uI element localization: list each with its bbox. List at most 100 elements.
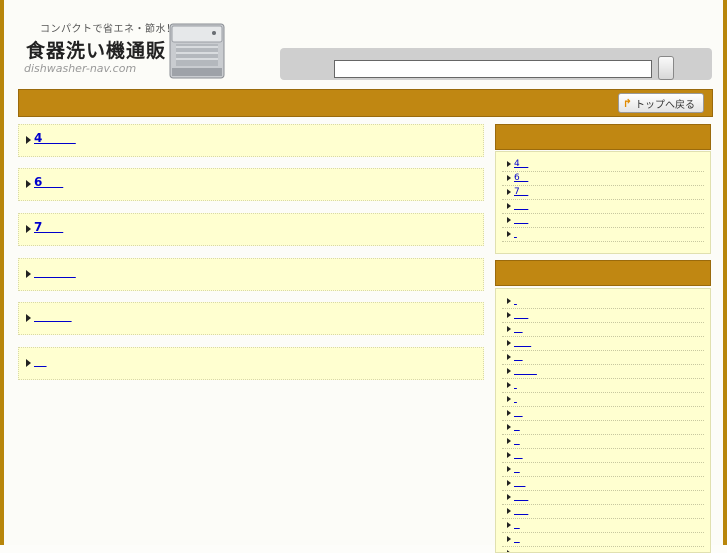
bullet-triangle-icon xyxy=(26,270,31,278)
sidebar-item-link[interactable] xyxy=(514,200,528,212)
bullet-triangle-icon xyxy=(507,203,511,209)
sidebar-item-link[interactable] xyxy=(514,295,517,307)
sidebar-item-link[interactable]: 4 xyxy=(514,158,528,170)
page: コンパクトで省エネ・節水！ 食器洗い機通販 dishwasher-nav.com… xyxy=(4,0,723,553)
main-item-link[interactable] xyxy=(34,354,47,368)
logo-domain: dishwasher-nav.com xyxy=(24,62,137,75)
sidebar-list-item xyxy=(502,435,704,449)
sidebar-item-link[interactable] xyxy=(514,228,517,240)
back-to-top-button[interactable]: ↱ トップへ戻る xyxy=(617,93,704,113)
sidebar-item-link[interactable] xyxy=(514,547,525,552)
bullet-triangle-icon xyxy=(507,424,511,430)
dishwasher-icon xyxy=(169,23,225,79)
sidebar-item-link[interactable] xyxy=(514,463,520,475)
sidebar-item-link[interactable]: 6 xyxy=(514,172,528,184)
sidebar-list-item xyxy=(502,379,704,393)
sidebar-item-link[interactable] xyxy=(514,323,523,335)
sidebar-section1-list: 4 6 7 xyxy=(495,151,711,254)
sidebar-list-item xyxy=(502,365,704,379)
logo-title: 食器洗い機通販 xyxy=(26,40,167,62)
main-list-item xyxy=(18,302,484,335)
bullet-triangle-icon xyxy=(507,522,511,528)
back-to-top-label: トップへ戻る xyxy=(635,99,695,111)
sidebar-item-link[interactable] xyxy=(514,435,520,447)
sidebar-item-link[interactable]: 7 xyxy=(514,186,528,198)
main-item-link[interactable]: 7 xyxy=(34,220,63,234)
bullet-triangle-icon xyxy=(507,438,511,444)
nav-bar: ↱ トップへ戻る xyxy=(18,89,713,117)
bullet-triangle-icon xyxy=(507,175,511,181)
search-input[interactable] xyxy=(334,60,652,78)
bullet-triangle-icon xyxy=(26,225,31,233)
site-logo[interactable]: コンパクトで省エネ・節水！ 食器洗い機通販 dishwasher-nav.com xyxy=(18,18,230,82)
main-list-item: 6 xyxy=(18,168,484,201)
sidebar-list-item xyxy=(502,519,704,533)
bullet-triangle-icon xyxy=(507,354,511,360)
sidebar-item-link[interactable] xyxy=(514,309,528,321)
bullet-triangle-icon xyxy=(507,452,511,458)
bullet-triangle-icon xyxy=(507,508,511,514)
sidebar-list-item xyxy=(502,337,704,351)
sidebar-list-item xyxy=(502,547,704,552)
sidebar-item-link[interactable] xyxy=(514,337,531,349)
sidebar-item-link[interactable] xyxy=(514,519,520,531)
bullet-triangle-icon xyxy=(507,312,511,318)
sidebar-item-link[interactable] xyxy=(514,351,523,363)
sidebar-list-item xyxy=(502,214,704,228)
bullet-triangle-icon xyxy=(507,161,511,167)
bullet-triangle-icon xyxy=(507,217,511,223)
bullet-triangle-icon xyxy=(507,466,511,472)
sidebar-list-item xyxy=(502,463,704,477)
sidebar-item-link[interactable] xyxy=(514,491,528,503)
main-list-item xyxy=(18,347,484,380)
sidebar-list-item xyxy=(502,323,704,337)
bullet-triangle-icon xyxy=(26,180,31,188)
bullet-triangle-icon xyxy=(507,231,511,237)
sidebar-list-item xyxy=(502,228,704,242)
sidebar-list-item: 6 xyxy=(502,172,704,186)
bullet-triangle-icon xyxy=(507,480,511,486)
bullet-triangle-icon xyxy=(507,326,511,332)
sidebar-list-item: 7 xyxy=(502,186,704,200)
sidebar-section2-header xyxy=(495,260,711,286)
bullet-triangle-icon xyxy=(507,410,511,416)
main-item-link[interactable] xyxy=(34,265,76,279)
bullet-triangle-icon xyxy=(507,298,511,304)
bullet-triangle-icon xyxy=(507,494,511,500)
main-list-item xyxy=(18,258,484,291)
sidebar-list-item xyxy=(502,200,704,214)
bullet-triangle-icon xyxy=(507,382,511,388)
bullet-triangle-icon xyxy=(507,189,511,195)
main-list-item: 7 xyxy=(18,213,484,246)
sidebar-item-link[interactable] xyxy=(514,365,537,377)
bullet-triangle-icon xyxy=(26,136,31,144)
sidebar-list-item xyxy=(502,477,704,491)
search-area xyxy=(280,48,712,80)
main-item-link[interactable]: 4 xyxy=(34,131,76,145)
main-item-link[interactable] xyxy=(34,309,72,323)
sidebar-item-link[interactable] xyxy=(514,505,528,517)
bullet-triangle-icon xyxy=(507,536,511,542)
sidebar-item-link[interactable] xyxy=(514,379,517,391)
sidebar-item-link[interactable] xyxy=(514,393,517,405)
sidebar-list-item xyxy=(502,309,704,323)
bullet-triangle-icon xyxy=(26,314,31,322)
sidebar-list-item xyxy=(502,351,704,365)
sidebar-item-link[interactable] xyxy=(514,421,520,433)
sidebar-item-link[interactable] xyxy=(514,449,523,461)
sidebar-item-link[interactable] xyxy=(514,407,523,419)
sidebar-item-link[interactable] xyxy=(514,533,520,545)
logo-tagline: コンパクトで省エネ・節水！ xyxy=(40,24,177,35)
bullet-triangle-icon xyxy=(26,359,31,367)
sidebar-item-link[interactable] xyxy=(514,477,525,489)
sidebar-list-item xyxy=(502,393,704,407)
main-item-link[interactable]: 6 xyxy=(34,175,63,189)
search-button[interactable] xyxy=(658,56,674,80)
main-list-item: 4 xyxy=(18,124,484,157)
bullet-triangle-icon xyxy=(507,340,511,346)
sidebar-section1-header xyxy=(495,124,711,150)
bullet-triangle-icon xyxy=(507,368,511,374)
return-arrow-icon: ↱ xyxy=(622,96,632,110)
sidebar-item-link[interactable] xyxy=(514,214,528,226)
sidebar-section2-list xyxy=(495,288,711,553)
